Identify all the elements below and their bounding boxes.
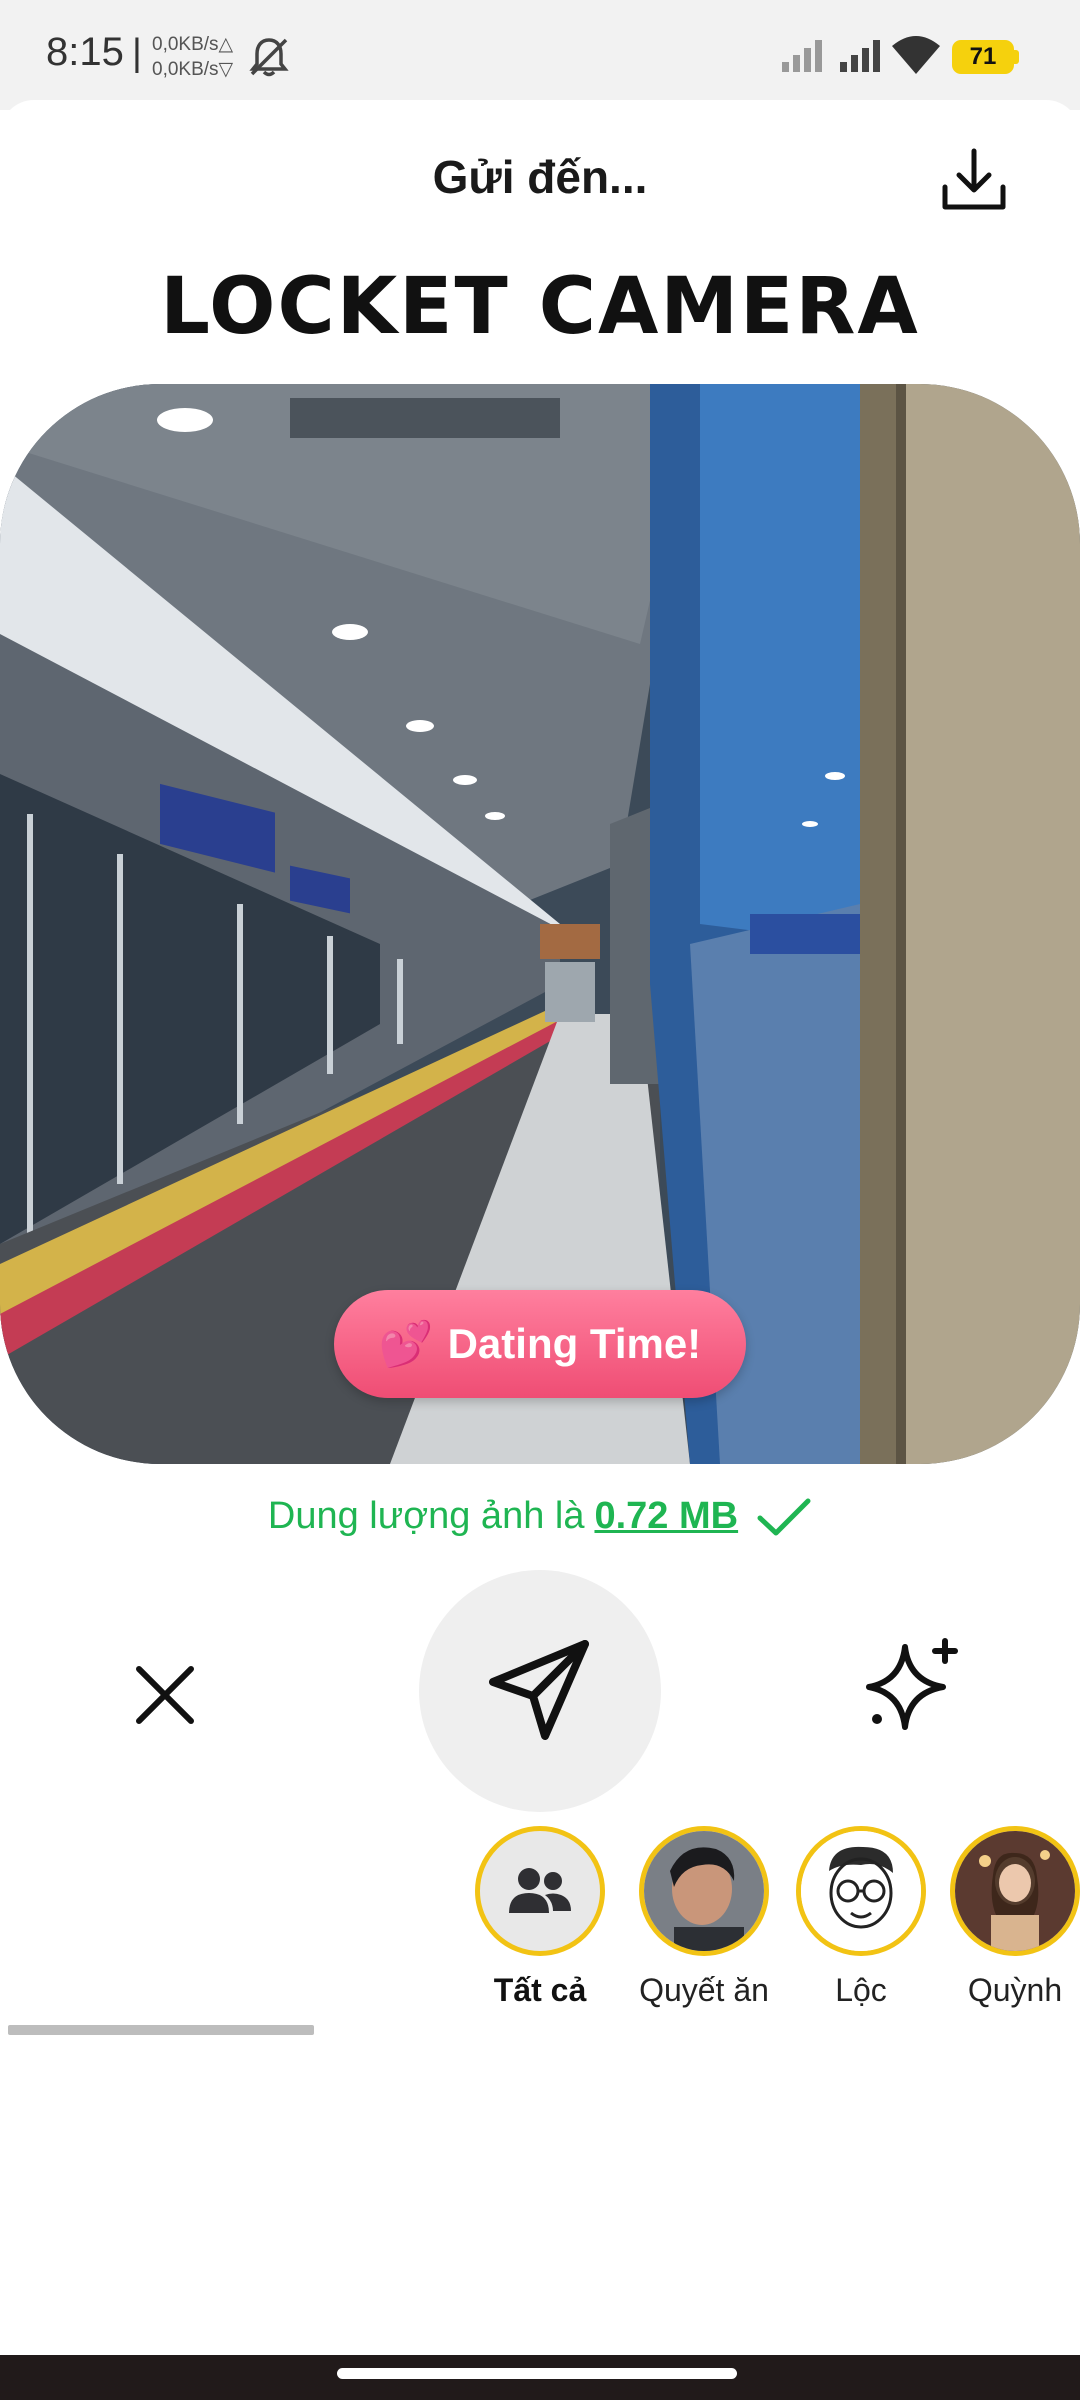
recipient-loc[interactable]: Lộc	[796, 1826, 926, 2009]
network-up: 0,0KB/s△	[152, 34, 234, 55]
signal-icon	[838, 38, 884, 79]
battery-tip	[1014, 50, 1019, 64]
download-icon	[942, 148, 1006, 210]
size-label: Dung lượng ảnh là	[267, 1495, 585, 1537]
caption-text: Dating Time!	[447, 1320, 702, 1367]
page-title: Gửi đến...	[432, 151, 648, 203]
avatar	[639, 1826, 769, 1956]
home-indicator[interactable]	[337, 2368, 737, 2379]
recipient-name: Lộc	[835, 1972, 887, 2008]
wifi-icon	[890, 34, 942, 81]
mute-icon	[246, 34, 292, 85]
image-size-note: Dung lượng ảnh là 0.72 MB	[0, 1495, 1080, 1538]
status-time: 8:15	[46, 30, 124, 74]
horizontal-scrollbar[interactable]	[8, 2025, 314, 2035]
close-icon	[136, 1666, 194, 1724]
recipient-name: Quỳnh	[967, 1972, 1063, 2008]
avatar	[950, 1826, 1080, 1956]
recipient-all[interactable]: Tất cả	[474, 1826, 606, 2009]
close-button[interactable]	[110, 1640, 220, 1750]
status-bar: 8:15 | 0,0KB/s△ 0,0KB/s▽ 71	[0, 0, 1080, 110]
network-down: 0,0KB/s▽	[152, 59, 234, 80]
recipient-quynh[interactable]: Quỳnh	[950, 1826, 1080, 2009]
status-separator: |	[132, 32, 142, 74]
battery-icon: 71	[952, 40, 1014, 74]
recipient-name: Quyết ăn	[639, 1972, 769, 2008]
group-icon	[475, 1826, 605, 1956]
avatar	[796, 1826, 926, 1956]
caption-pill[interactable]: 💕 Dating Time!	[334, 1290, 746, 1398]
send-icon	[489, 1640, 589, 1740]
size-value: 0.72 MB	[594, 1495, 739, 1537]
download-button[interactable]	[934, 140, 1014, 220]
brand-logo: LOCKET CAMERA	[160, 262, 920, 352]
recipient-name: Tất cả	[493, 1972, 587, 2008]
recipient-quyet-an[interactable]: Quyết ăn	[624, 1826, 784, 2009]
hearts-icon: 💕	[378, 1320, 434, 1369]
network-speed: 0,0KB/s△ 0,0KB/s▽	[152, 32, 233, 82]
send-button[interactable]	[419, 1570, 661, 1812]
signal-icon	[780, 38, 826, 79]
effects-button[interactable]	[860, 1630, 970, 1740]
check-icon	[756, 1496, 812, 1538]
sparkle-icon	[866, 1638, 958, 1730]
